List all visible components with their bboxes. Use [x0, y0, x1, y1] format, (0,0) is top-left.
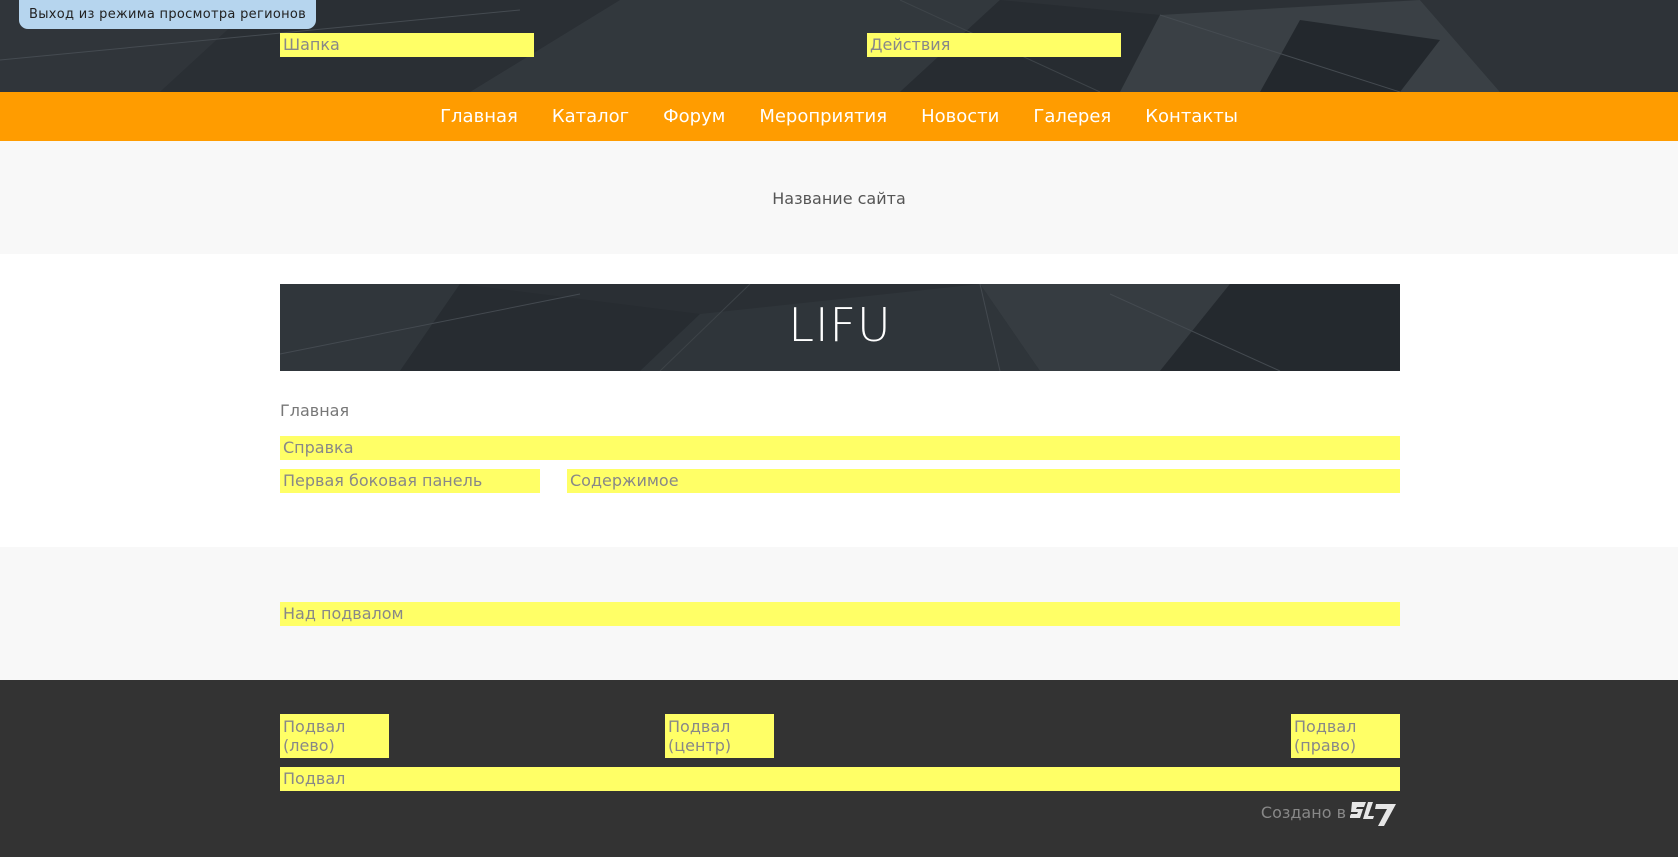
- nav-item-forum[interactable]: Форум: [646, 92, 742, 141]
- nav-item-catalog[interactable]: Каталог: [535, 92, 646, 141]
- region-sidebar-first: Первая боковая панель: [280, 469, 540, 493]
- region-footer: Подвал: [280, 767, 1400, 791]
- s17-logo-icon[interactable]: [1350, 796, 1400, 828]
- region-header: Шапка: [280, 33, 534, 57]
- page-banner: LIFU: [280, 284, 1400, 371]
- region-actions: Действия: [867, 33, 1121, 57]
- region-footer-left: Подвал (лево): [280, 714, 389, 758]
- region-footer-left-line1: Подвал: [283, 717, 346, 736]
- region-footer-right-line1: Подвал: [1294, 717, 1357, 736]
- banner-title: LIFU: [788, 298, 892, 352]
- site-header: Выход из режима просмотра регионов Шапка…: [0, 0, 1678, 92]
- region-footer-left-line2: (лево): [283, 736, 335, 755]
- site-name-band: Название сайта: [0, 141, 1678, 254]
- region-above-footer: Над подвалом: [280, 602, 1400, 626]
- breadcrumb-home[interactable]: Главная: [280, 401, 349, 420]
- created-in-credit[interactable]: Создано в: [1261, 796, 1400, 828]
- created-in-label: Создано в: [1260, 802, 1346, 822]
- nav-item-gallery[interactable]: Галерея: [1016, 92, 1128, 141]
- exit-region-view-button[interactable]: Выход из режима просмотра регионов: [19, 0, 317, 29]
- nav-item-news[interactable]: Новости: [904, 92, 1016, 141]
- region-content: Содержимое: [567, 469, 1400, 493]
- region-footer-right: Подвал (право): [1291, 714, 1400, 758]
- region-footer-right-line2: (право): [1294, 736, 1357, 755]
- region-footer-center-line1: Подвал: [668, 717, 731, 736]
- nav-item-contacts[interactable]: Контакты: [1128, 92, 1255, 141]
- site-name[interactable]: Название сайта: [0, 189, 1678, 208]
- main-navigation: Главная Каталог Форум Мероприятия Новост…: [0, 92, 1678, 141]
- region-footer-center: Подвал (центр): [665, 714, 774, 758]
- nav-item-home[interactable]: Главная: [423, 92, 535, 141]
- nav-item-events[interactable]: Мероприятия: [742, 92, 904, 141]
- region-footer-center-line2: (центр): [668, 736, 732, 755]
- region-help: Справка: [280, 436, 1400, 460]
